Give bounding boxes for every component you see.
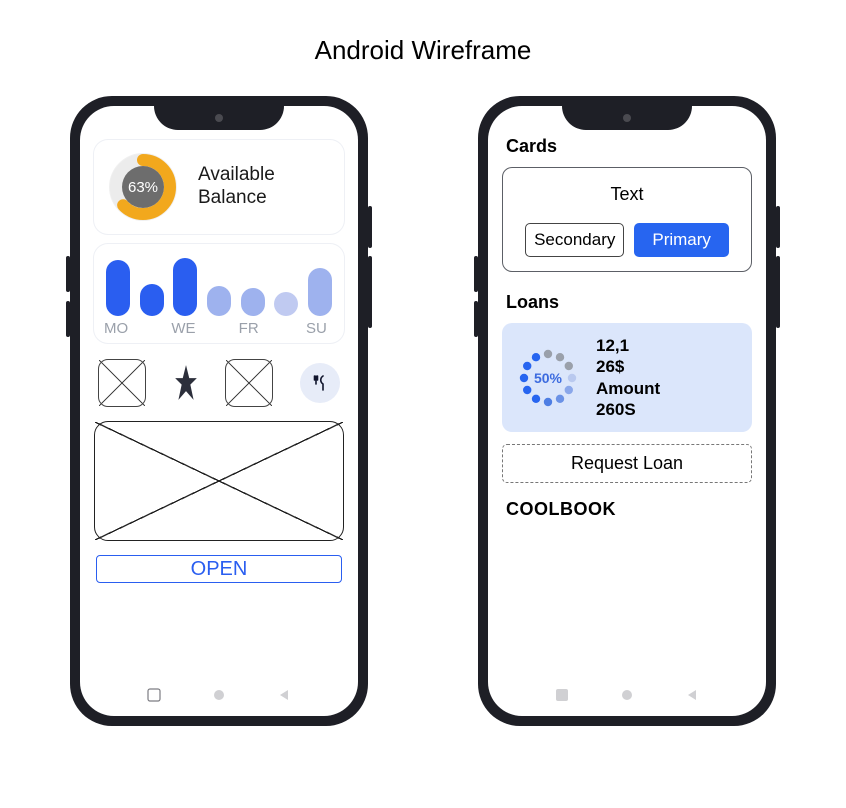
- cards-text: Text: [513, 184, 741, 205]
- cards-title: Cards: [506, 136, 748, 157]
- balance-label: Available Balance: [198, 164, 275, 210]
- nav-bar: [488, 680, 766, 710]
- chart-label: FR: [239, 320, 267, 337]
- open-button[interactable]: OPEN: [96, 555, 342, 583]
- gauge-icon: 63%: [106, 150, 180, 224]
- loans-title: Loans: [506, 292, 748, 313]
- notch-icon: [562, 106, 692, 130]
- chart-label: SU: [306, 320, 334, 337]
- screen-right: Cards Text Secondary Primary Loans 50% 1…: [488, 106, 766, 716]
- coolbook-title: COOLBOOK: [506, 499, 748, 520]
- spinner-value: 50%: [534, 370, 562, 386]
- secondary-button[interactable]: Secondary: [525, 223, 624, 257]
- week-chart[interactable]: MO WE FR SU: [94, 244, 344, 343]
- chart-bar: [308, 268, 332, 316]
- notch-icon: [154, 106, 284, 130]
- nav-back-icon[interactable]: [685, 688, 699, 702]
- gauge-value: 63%: [122, 166, 164, 208]
- phone-left: 63% Available Balance MO WE FR SU: [70, 96, 368, 726]
- chart-label: WE: [171, 320, 199, 337]
- phone-right: Cards Text Secondary Primary Loans 50% 1…: [478, 96, 776, 726]
- icons-row: [98, 359, 340, 407]
- nav-home-icon[interactable]: [622, 690, 632, 700]
- loan-text: 12,1 26$ Amount 260S: [596, 335, 660, 420]
- nav-home-icon[interactable]: [214, 690, 224, 700]
- utensils-icon[interactable]: [300, 363, 340, 403]
- loan-card[interactable]: 50% 12,1 26$ Amount 260S: [502, 323, 752, 432]
- image-placeholder[interactable]: [98, 359, 146, 407]
- phones-container: 63% Available Balance MO WE FR SU: [20, 96, 826, 726]
- request-loan-button[interactable]: Request Loan: [502, 444, 752, 483]
- chart-bar: [140, 284, 164, 316]
- chart-bar: [207, 286, 231, 316]
- screen-left: 63% Available Balance MO WE FR SU: [80, 106, 358, 716]
- chart-label: MO: [104, 320, 132, 337]
- nav-recent-icon[interactable]: [147, 688, 161, 702]
- balance-card[interactable]: 63% Available Balance: [94, 140, 344, 234]
- star-icon[interactable]: [173, 363, 199, 403]
- nav-back-icon[interactable]: [277, 688, 291, 702]
- primary-button[interactable]: Primary: [634, 223, 729, 257]
- nav-recent-icon[interactable]: [555, 688, 569, 702]
- chart-bar: [274, 292, 298, 316]
- image-placeholder[interactable]: [225, 359, 273, 407]
- cards-panel: Text Secondary Primary: [502, 167, 752, 272]
- chart-bar: [106, 260, 130, 316]
- nav-bar: [80, 680, 358, 710]
- chart-bar: [241, 288, 265, 316]
- chart-bar: [173, 258, 197, 316]
- large-image-placeholder[interactable]: [94, 421, 344, 541]
- spinner-icon: 50%: [514, 344, 582, 412]
- page-title: Android Wireframe: [20, 35, 826, 66]
